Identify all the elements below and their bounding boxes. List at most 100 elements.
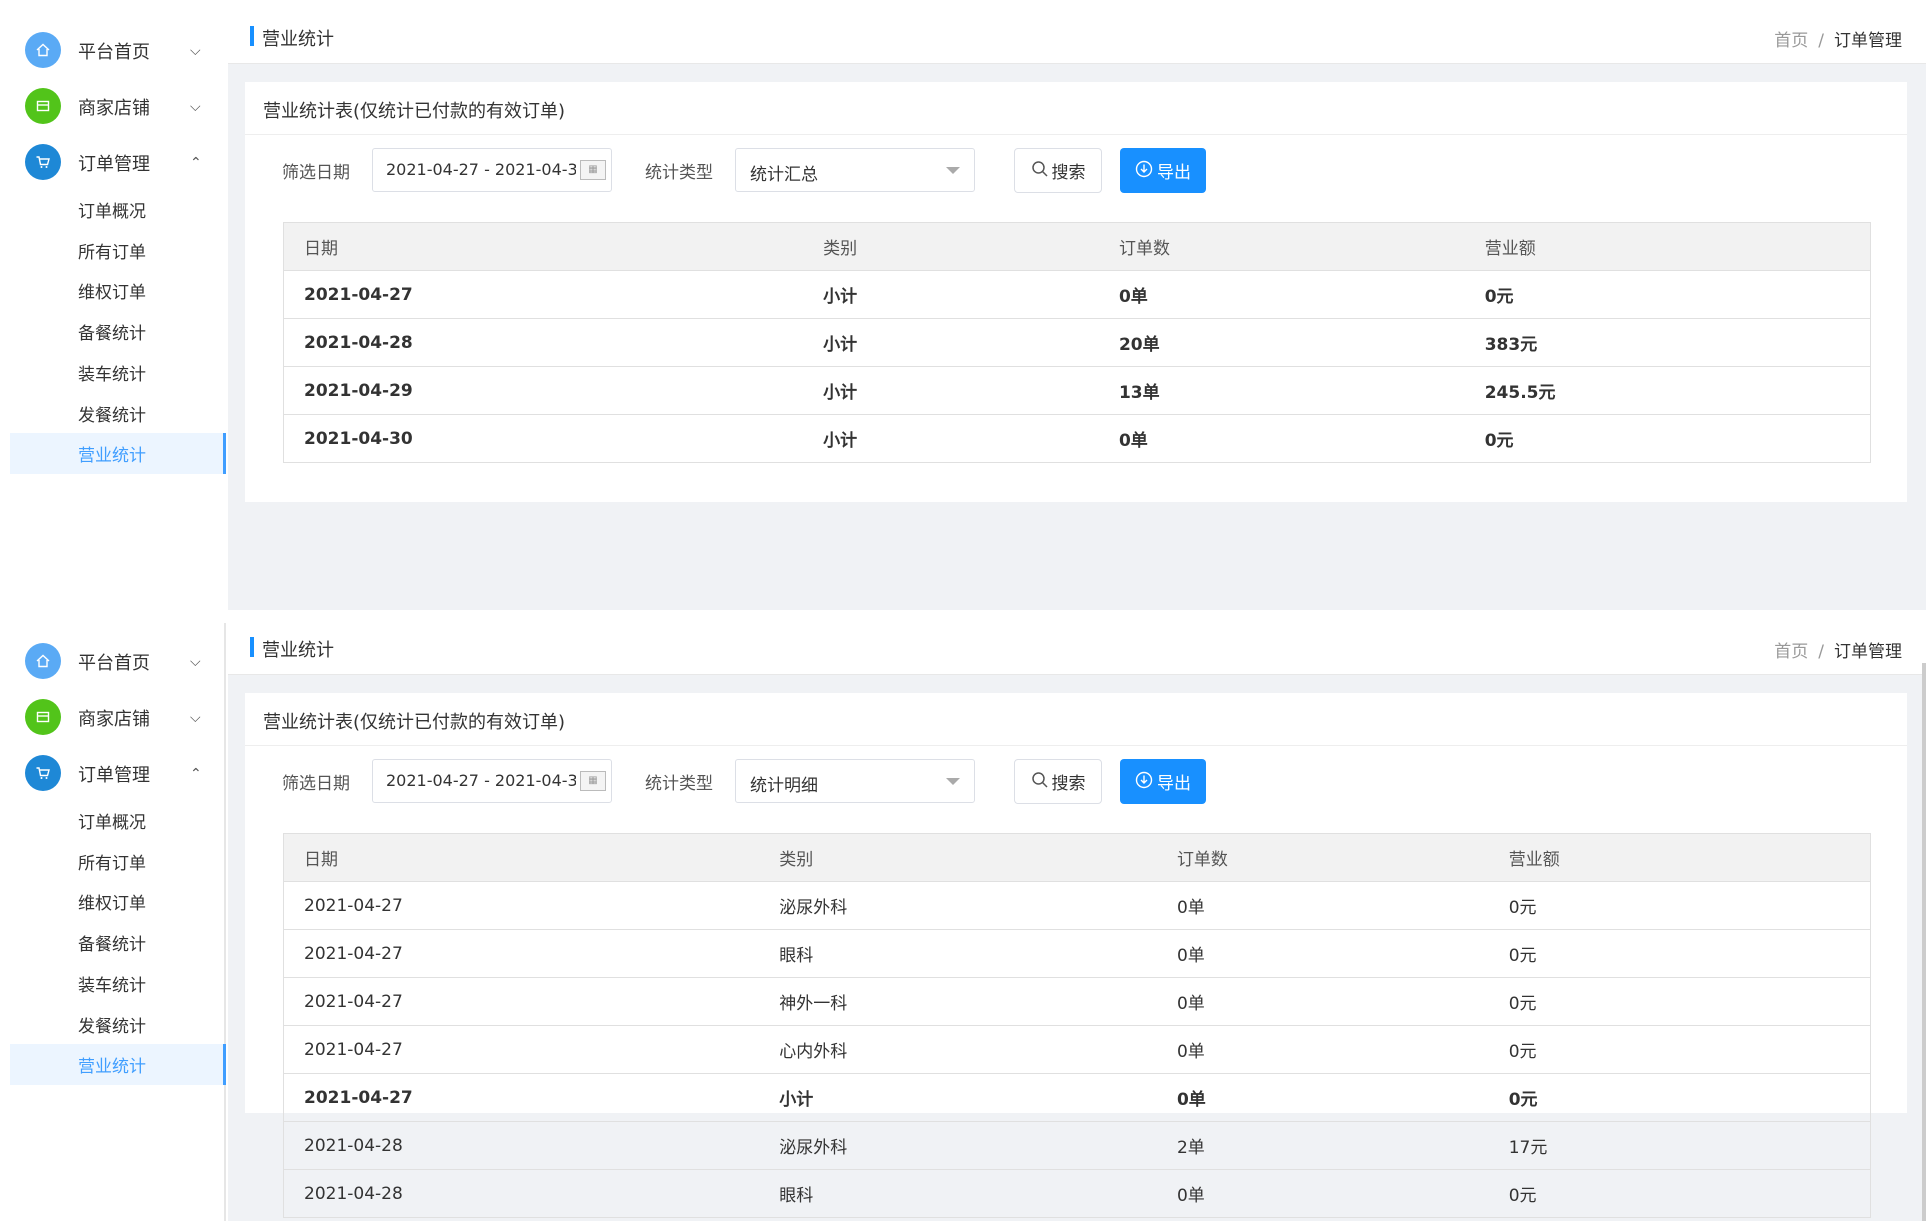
sidebar-item-5[interactable]: 发餐统计 <box>10 393 226 434</box>
cell-revenue: 17元 <box>1488 1121 1871 1170</box>
table-header-cell: 营业额 <box>1464 222 1871 271</box>
sidebar-item-3[interactable]: 备餐统计 <box>10 922 226 963</box>
breadcrumb-current[interactable]: 订单管理 <box>1834 31 1902 51</box>
page-header: 营业统计 首页 / 订单管理 <box>228 12 1926 64</box>
chevron-down-icon: ⌵ <box>190 709 201 726</box>
breadcrumb-current[interactable]: 订单管理 <box>1834 642 1902 662</box>
page-title: 营业统计 <box>262 29 334 50</box>
stat-type-value: 统计汇总 <box>750 165 818 185</box>
sidebar-item-label: 所有订单 <box>78 242 146 263</box>
cell-revenue: 0元 <box>1488 881 1871 930</box>
sidebar-item-3[interactable]: 备餐统计 <box>10 311 226 352</box>
sidebar-menu-label: 商家店铺 <box>78 708 150 730</box>
cell-date: 2021-04-27 <box>283 1073 760 1122</box>
store-icon <box>25 88 61 124</box>
sidebar-menu-2[interactable]: 订单管理 ⌃ <box>10 128 226 197</box>
cell-date: 2021-04-28 <box>283 1121 760 1170</box>
screen-panel: 平台首页 ⌵ 商家店铺 ⌵ 订单管理 ⌃ 订单概况 所有订单 维权订单 备餐统计… <box>0 0 1926 610</box>
export-button[interactable]: 导出 <box>1120 759 1206 804</box>
stat-type-select[interactable]: 统计汇总 <box>735 148 975 192</box>
cell-revenue: 0元 <box>1464 270 1871 319</box>
stat-type-select[interactable]: 统计明细 <box>735 759 975 803</box>
sidebar: 平台首页 ⌵ 商家店铺 ⌵ 订单管理 ⌃ 订单概况 所有订单 维权订单 备餐统计… <box>10 623 226 1221</box>
cell-orders: 0单 <box>1156 881 1489 930</box>
calendar-icon: ▦ <box>580 160 606 180</box>
sidebar-item-0[interactable]: 订单概况 <box>10 189 226 230</box>
sidebar-item-label: 备餐统计 <box>78 324 146 345</box>
breadcrumb-separator: / <box>1818 642 1824 662</box>
sidebar-item-label: 所有订单 <box>78 853 146 874</box>
sidebar-item-2[interactable]: 维权订单 <box>10 881 226 922</box>
cell-revenue: 0元 <box>1488 929 1871 978</box>
cell-revenue: 383元 <box>1464 318 1871 367</box>
sidebar-item-label: 营业统计 <box>78 1057 146 1078</box>
scrollbar[interactable] <box>1922 663 1926 1221</box>
table-header-cell: 营业额 <box>1488 833 1871 882</box>
sidebar-item-6[interactable]: 营业统计 <box>10 433 226 475</box>
sidebar-item-2[interactable]: 维权订单 <box>10 270 226 311</box>
breadcrumb: 首页 / 订单管理 <box>1774 26 1902 51</box>
export-button[interactable]: 导出 <box>1120 148 1206 193</box>
calendar-icon: ▦ <box>580 771 606 791</box>
table-row: 2021-04-27 小计 0单 0元 <box>283 1073 1871 1122</box>
sidebar-item-label: 营业统计 <box>78 446 146 467</box>
chevron-up-icon: ⌃ <box>190 765 202 782</box>
table-row: 2021-04-27 心内外科 0单 0元 <box>283 1025 1871 1074</box>
sidebar-item-4[interactable]: 装车统计 <box>10 352 226 393</box>
sidebar: 平台首页 ⌵ 商家店铺 ⌵ 订单管理 ⌃ 订单概况 所有订单 维权订单 备餐统计… <box>10 12 226 610</box>
sidebar-item-1[interactable]: 所有订单 <box>10 841 226 882</box>
divider <box>245 745 1907 746</box>
sidebar-item-label: 维权订单 <box>78 894 146 915</box>
cell-orders: 0单 <box>1156 1073 1489 1122</box>
cell-orders: 0单 <box>1098 414 1465 463</box>
sidebar-item-6[interactable]: 营业统计 <box>10 1044 226 1086</box>
table-row: 2021-04-30 小计 0单 0元 <box>283 414 1871 463</box>
title-accent-bar <box>250 26 254 46</box>
table-row: 2021-04-28 眼科 0单 0元 <box>283 1169 1871 1218</box>
breadcrumb-home[interactable]: 首页 <box>1774 642 1808 662</box>
date-range-input[interactable]: 2021-04-27 - 2021-04-30 ▦ <box>372 148 612 192</box>
cell-date: 2021-04-30 <box>283 414 804 463</box>
title-accent-bar <box>250 637 254 657</box>
sidebar-menu-label: 商家店铺 <box>78 97 150 119</box>
sidebar-item-0[interactable]: 订单概况 <box>10 800 226 841</box>
sidebar-item-label: 发餐统计 <box>78 1016 146 1037</box>
cart-icon <box>25 755 61 791</box>
sidebar-menu-label: 平台首页 <box>78 652 150 674</box>
cell-category: 眼科 <box>759 1169 1157 1218</box>
cell-revenue: 0元 <box>1488 1073 1871 1122</box>
table-header-row: 日期 类别 订单数 营业额 <box>283 833 1871 882</box>
sidebar-item-label: 订单概况 <box>78 813 146 833</box>
export-label: 导出 <box>1157 774 1191 794</box>
cell-orders: 0单 <box>1156 1169 1489 1218</box>
cell-orders: 0单 <box>1156 1025 1489 1074</box>
sidebar-item-4[interactable]: 装车统计 <box>10 963 226 1004</box>
cell-date: 2021-04-27 <box>283 929 760 978</box>
export-label: 导出 <box>1157 163 1191 183</box>
search-label: 搜索 <box>1051 163 1086 183</box>
sidebar-item-label: 备餐统计 <box>78 935 146 956</box>
table-header-cell: 日期 <box>283 222 804 271</box>
cell-orders: 0单 <box>1156 977 1489 1026</box>
search-label: 搜索 <box>1051 774 1086 794</box>
table-row: 2021-04-29 小计 13单 245.5元 <box>283 366 1871 415</box>
card-title: 营业统计表(仅统计已付款的有效订单) <box>263 712 566 733</box>
sidebar-menu-2[interactable]: 订单管理 ⌃ <box>10 739 226 808</box>
cell-revenue: 0元 <box>1488 1025 1871 1074</box>
cell-date: 2021-04-28 <box>283 1169 760 1218</box>
cell-date: 2021-04-27 <box>283 270 804 319</box>
caret-down-icon <box>946 167 960 174</box>
date-range-input[interactable]: 2021-04-27 - 2021-04-30 ▦ <box>372 759 612 803</box>
table-row: 2021-04-28 小计 20单 383元 <box>283 318 1871 367</box>
cell-revenue: 0元 <box>1488 1169 1871 1218</box>
table-row: 2021-04-27 眼科 0单 0元 <box>283 929 1871 978</box>
breadcrumb-home[interactable]: 首页 <box>1774 31 1808 51</box>
sidebar-item-label: 装车统计 <box>78 975 146 996</box>
search-button[interactable]: 搜索 <box>1014 148 1102 193</box>
sidebar-item-5[interactable]: 发餐统计 <box>10 1004 226 1045</box>
cell-date: 2021-04-27 <box>283 881 760 930</box>
cell-category: 眼科 <box>759 929 1157 978</box>
sidebar-item-1[interactable]: 所有订单 <box>10 230 226 271</box>
page-header: 营业统计 首页 / 订单管理 <box>228 623 1926 675</box>
search-button[interactable]: 搜索 <box>1014 759 1102 804</box>
